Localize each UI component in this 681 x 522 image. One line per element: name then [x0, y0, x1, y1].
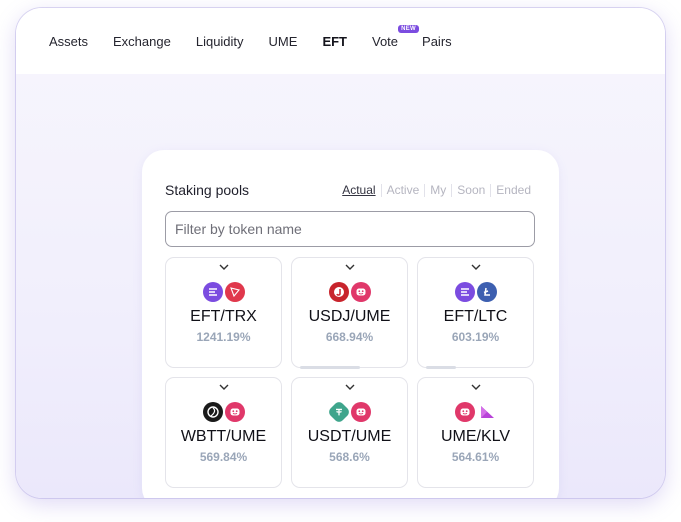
trx-icon [224, 282, 245, 302]
pool-card[interactable]: EFT/TRX 1241.19% [165, 257, 282, 368]
staking-pools-panel: Staking pools Actual Active My Soon Ende… [142, 150, 559, 498]
pool-token-icons [292, 399, 407, 425]
usdj-icon [328, 282, 349, 302]
filter-divider [380, 183, 382, 197]
pool-pair: UME/KLV [440, 428, 511, 445]
filter-actual[interactable]: Actual [342, 183, 375, 197]
pool-pair: WBTT/UME [180, 428, 267, 445]
filter-my[interactable]: My [430, 183, 446, 197]
pool-pair: EFT/LTC [443, 308, 508, 325]
wbtt-icon [202, 402, 223, 422]
pool-grid: EFT/TRX 1241.19% USDJ/UME 668.94% EFT/LT… [165, 257, 535, 488]
pool-token-icons [292, 282, 407, 302]
pool-pair: USDJ/UME [308, 308, 391, 325]
nav-assets[interactable]: Assets [49, 34, 88, 49]
ume-icon [224, 402, 245, 422]
pool-card[interactable]: UME/KLV 564.61% [417, 377, 534, 488]
nav-exchange[interactable]: Exchange [113, 34, 171, 49]
chevron-down-icon[interactable] [469, 382, 483, 392]
nav-liquidity[interactable]: Liquidity [196, 34, 244, 49]
pool-card[interactable]: EFT/LTC 603.19% [417, 257, 534, 369]
pool-pair: USDT/UME [307, 428, 392, 445]
chevron-down-icon[interactable] [217, 262, 231, 272]
pool-token-icons [166, 402, 281, 422]
chevron-down-icon[interactable] [343, 382, 357, 392]
ltc-icon [476, 282, 497, 302]
new-badge: NEW [398, 24, 420, 33]
app-window: Assets Exchange Liquidity UME EFT Vote N… [16, 8, 665, 498]
filter-divider [490, 183, 492, 197]
filter-divider [451, 183, 453, 197]
pool-card[interactable]: WBTT/UME 569.84% [165, 377, 282, 488]
eft-icon [454, 282, 475, 302]
pool-apy: 568.6% [329, 450, 370, 464]
panel-title: Staking pools [165, 182, 250, 198]
ume-icon [454, 402, 475, 422]
pool-apy: 668.94% [325, 330, 374, 344]
nav-pairs[interactable]: Pairs [422, 34, 452, 49]
top-nav: Assets Exchange Liquidity UME EFT Vote N… [16, 8, 665, 74]
pool-apy: 569.84% [199, 450, 248, 464]
pool-apy: 603.19% [451, 330, 500, 344]
chevron-down-icon[interactable] [469, 262, 483, 272]
nav-vote-label: Vote [372, 33, 399, 49]
filter-soon[interactable]: Soon [457, 183, 485, 197]
nav-vote[interactable]: Vote NEW [372, 24, 420, 49]
filter-ended[interactable]: Ended [496, 183, 531, 197]
nav-eft[interactable]: EFT [322, 34, 347, 49]
klv-icon [477, 402, 497, 422]
filter-tabs: Actual Active My Soon Ended [342, 183, 531, 197]
pool-progress-bar [426, 366, 456, 369]
pool-token-icons [166, 282, 281, 302]
pool-card[interactable]: USDT/UME 568.6% [291, 377, 408, 488]
pool-token-icons [418, 282, 533, 302]
usdt-icon [326, 399, 351, 425]
chevron-down-icon[interactable] [217, 382, 231, 392]
nav-ume[interactable]: UME [269, 34, 298, 49]
chevron-down-icon[interactable] [343, 262, 357, 272]
pool-card[interactable]: USDJ/UME 668.94% [291, 257, 408, 369]
token-filter-input[interactable] [165, 211, 535, 247]
ume-icon [350, 282, 371, 302]
pool-pair: EFT/TRX [190, 308, 257, 325]
pool-apy: 564.61% [451, 450, 500, 464]
filter-divider [424, 183, 426, 197]
ume-icon [350, 402, 371, 422]
pool-progress-bar [300, 366, 360, 369]
pool-apy: 1241.19% [196, 330, 251, 344]
pool-token-icons [418, 402, 533, 422]
filter-active[interactable]: Active [387, 183, 420, 197]
eft-icon [202, 282, 223, 302]
